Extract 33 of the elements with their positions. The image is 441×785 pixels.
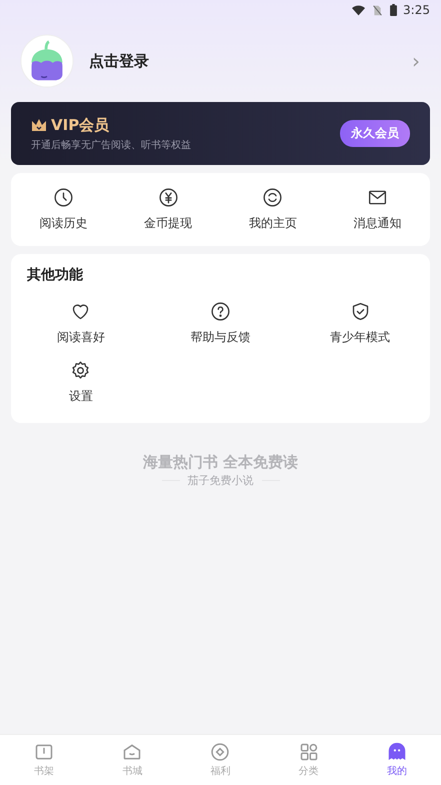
crown-icon [31,118,47,132]
slogan-headline: 海量热门书 全本免费读 [142,453,298,472]
vip-subtitle: 开通后畅享无广告阅读、听书等权益 [31,138,191,152]
battery-icon [390,4,398,16]
status-time: 3:25 [403,3,430,17]
clock-icon [52,187,74,208]
vip-title: VIP会员 [51,116,110,134]
feature-label[interactable]: 青少年模式 [330,329,390,346]
section-title: 其他功能 [27,266,84,284]
feature-label[interactable]: 帮助与反馈 [190,329,250,346]
feature-label[interactable]: 阅读喜好 [56,329,105,346]
settings-icon [70,360,92,381]
wifi-icon [352,4,366,16]
help-icon [210,301,231,322]
nav-tab[interactable]: 我的 [352,742,441,778]
action-label[interactable]: 金币提现 [144,215,192,232]
ghost-icon [386,742,407,762]
action-label[interactable]: 阅读历史 [39,215,88,232]
grid-icon [298,742,319,762]
lifetime-member-button[interactable]: 永久会员 [340,120,410,147]
yen-coin-icon [158,187,179,208]
no-sim-icon [371,4,384,16]
brand-name: 茄子免费小说 [188,473,254,488]
book-icon [34,742,54,762]
action-label[interactable]: 消息通知 [354,215,402,232]
coin-icon [210,742,230,762]
action-label[interactable]: 我的主页 [248,215,297,232]
vip-banner[interactable]: VIP会员 开通后畅享无广告阅读、听书等权益 永久会员 [11,102,430,165]
feature-label[interactable]: 设置 [68,388,93,405]
smile-icon [262,187,284,208]
store-icon [122,742,142,762]
login-link[interactable]: 点击登录 [89,52,412,70]
avatar-icon[interactable] [20,34,74,88]
